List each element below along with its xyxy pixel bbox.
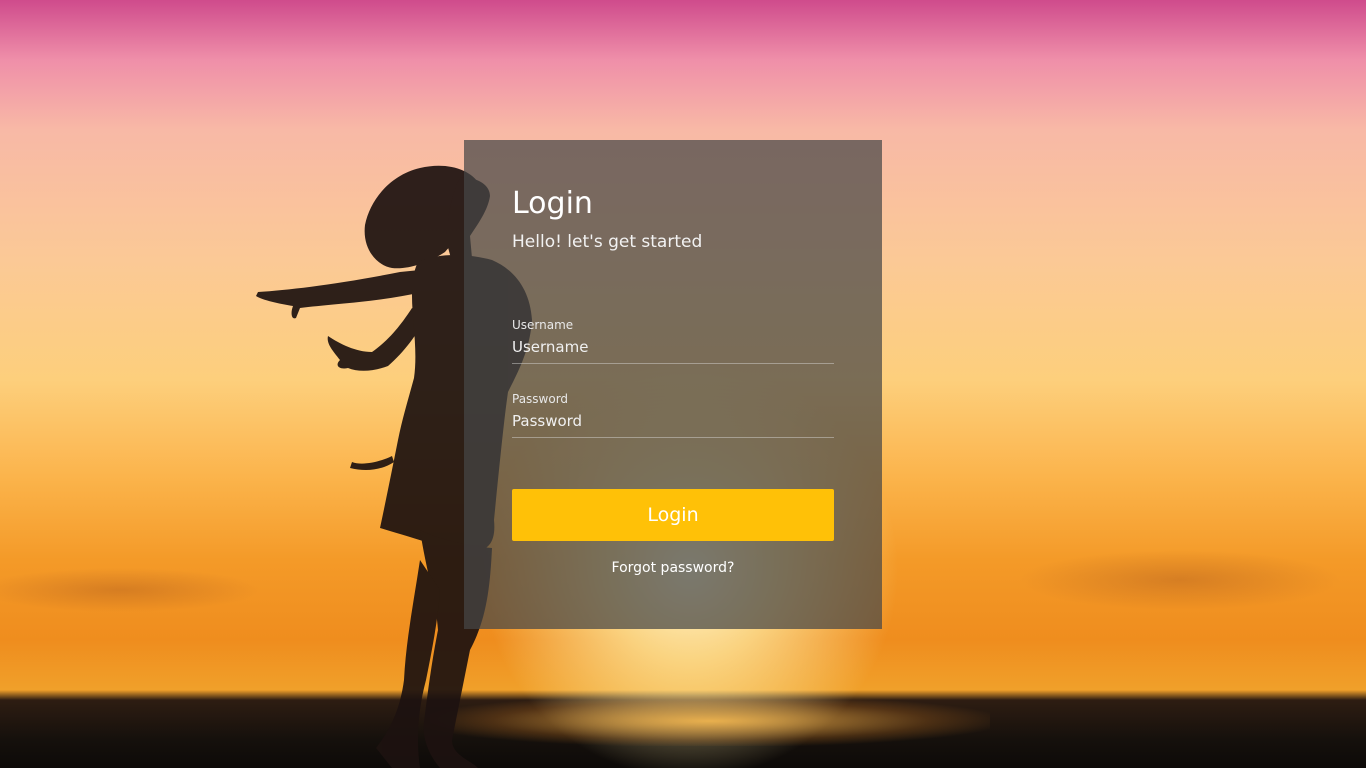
password-field: Password — [512, 392, 834, 438]
password-label: Password — [512, 392, 569, 406]
username-label: Username — [512, 318, 574, 332]
password-input[interactable] — [512, 408, 834, 438]
login-panel: Login Hello! let's get started Username … — [464, 140, 882, 629]
page-subtitle: Hello! let's get started — [512, 232, 703, 252]
username-field: Username — [512, 318, 834, 364]
page-title: Login — [512, 186, 593, 221]
forgot-password-link[interactable]: Forgot password? — [512, 560, 834, 576]
login-button[interactable]: Login — [512, 489, 834, 541]
username-input[interactable] — [512, 334, 834, 364]
